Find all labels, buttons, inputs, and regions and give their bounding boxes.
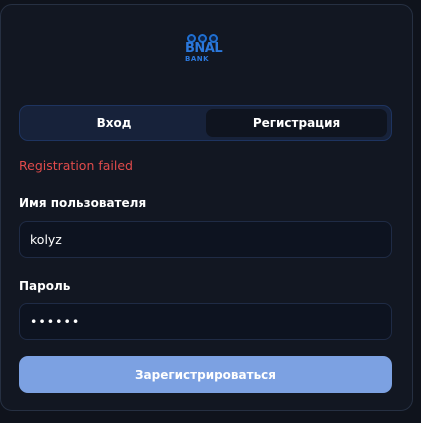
register-button[interactable]: Зарегистрироваться — [19, 356, 392, 393]
auth-card: BNAL BANK Вход Регистрация Registration … — [0, 4, 413, 411]
tab-register[interactable]: Регистрация — [206, 109, 387, 137]
logo-wordmark: BNAL — [185, 41, 223, 56]
tab-login[interactable]: Вход — [23, 109, 205, 137]
logo-subtitle: BANK — [185, 55, 210, 63]
username-label: Имя пользователя — [19, 196, 147, 210]
password-label: Пароль — [19, 279, 71, 293]
error-message: Registration failed — [19, 158, 133, 173]
bank-logo: BNAL BANK — [185, 34, 225, 70]
auth-tabs: Вход Регистрация — [19, 105, 392, 141]
password-input[interactable]: •••••• — [19, 303, 392, 340]
username-input[interactable]: kolyz — [19, 221, 392, 258]
